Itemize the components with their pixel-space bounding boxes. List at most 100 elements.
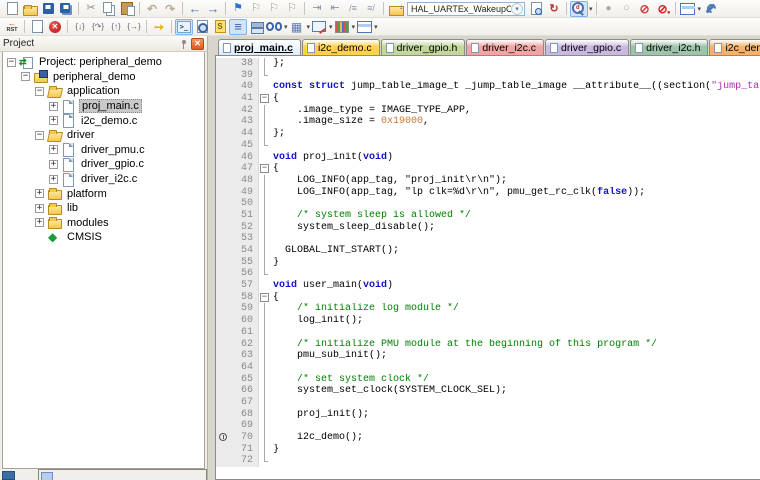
panel-splitter[interactable] — [208, 36, 215, 480]
tree-item-lib[interactable]: +lib — [3, 201, 204, 216]
tab-driver-i2c-c[interactable]: driver_i2c.c — [466, 39, 544, 55]
breakpoint-margin[interactable] — [216, 362, 232, 374]
breakpoint-margin[interactable] — [216, 397, 232, 409]
find-in-files-icon[interactable] — [527, 1, 545, 17]
expand-icon[interactable]: + — [35, 204, 44, 213]
window-layout-icon[interactable] — [679, 1, 697, 17]
call-stack-window-icon[interactable] — [247, 19, 265, 35]
breakpoint-margin[interactable] — [216, 385, 232, 397]
registers-window-icon[interactable]: ≡ — [229, 19, 247, 35]
expand-icon[interactable]: + — [35, 218, 44, 227]
watch-window-icon[interactable] — [265, 19, 283, 35]
collapse-icon[interactable]: − — [35, 87, 44, 96]
save-all-icon[interactable] — [57, 1, 75, 17]
kill-all-breakpoints-icon[interactable] — [654, 1, 672, 17]
tab-i2c-demo-h[interactable]: i2c_demo.h — [709, 39, 760, 55]
undo-icon[interactable]: ↶ — [143, 1, 161, 17]
breakpoint-margin[interactable] — [216, 93, 232, 105]
symbols-window-icon[interactable] — [211, 19, 229, 35]
step-into-icon[interactable]: {↓} — [71, 19, 89, 35]
expand-icon[interactable]: + — [49, 102, 58, 111]
tree-item-cmsis[interactable]: CMSIS — [3, 230, 204, 245]
breakpoint-margin[interactable] — [216, 233, 232, 245]
tree-item-modules[interactable]: +modules — [3, 216, 204, 231]
tab-driver-gpio-c[interactable]: driver_gpio.c — [545, 39, 629, 55]
open-file-icon[interactable] — [21, 1, 39, 17]
breakpoint-margin[interactable] — [216, 444, 232, 456]
expand-icon[interactable]: + — [35, 189, 44, 198]
expand-icon[interactable]: + — [49, 160, 58, 169]
cut-icon[interactable]: ✂ — [82, 1, 100, 17]
breakpoint-margin[interactable] — [216, 280, 232, 292]
tree-item-proj-main-c[interactable]: +proj_main.c — [3, 99, 204, 114]
breakpoint-margin[interactable] — [216, 58, 232, 70]
breakpoint-margin[interactable] — [216, 70, 232, 82]
disable-all-breakpoints-icon[interactable]: ⊘ — [636, 1, 654, 17]
chevron-down-icon[interactable]: ▾ — [511, 3, 523, 15]
bookmark-next-icon[interactable]: ⚐ — [265, 1, 283, 17]
breakpoint-margin[interactable] — [216, 350, 232, 362]
enable-breakpoint-icon[interactable]: ○ — [618, 1, 636, 17]
memory-window-icon[interactable]: ▦ — [288, 19, 306, 35]
breakpoint-margin[interactable] — [216, 245, 232, 257]
uncomment-selection-icon[interactable]: ≡/ — [362, 1, 380, 17]
breakpoint-margin[interactable] — [216, 315, 232, 327]
run-to-cursor-icon[interactable]: {→} — [125, 19, 143, 35]
tree-item-driver-pmu-c[interactable]: +driver_pmu.c — [3, 143, 204, 158]
system-viewer-dropdown-icon[interactable]: ▾ — [374, 23, 378, 31]
breakpoint-margin[interactable] — [216, 339, 232, 351]
bookmark-toggle-icon[interactable]: ⚑ — [229, 1, 247, 17]
tab-proj-main-c[interactable]: proj_main.c — [218, 39, 301, 55]
breakpoint-margin[interactable] — [216, 210, 232, 222]
tree-item-i2c-demo-c[interactable]: +i2c_demo.c — [3, 113, 204, 128]
load-application-icon[interactable] — [387, 1, 405, 17]
comment-selection-icon[interactable]: /≡ — [344, 1, 362, 17]
breakpoint-margin[interactable] — [216, 175, 232, 187]
tree-item-peripheral-demo[interactable]: −peripheral_demo — [3, 70, 204, 85]
breakpoint-margin[interactable] — [216, 455, 232, 467]
tree-item-driver-gpio-c[interactable]: +driver_gpio.c — [3, 157, 204, 172]
insert-breakpoint-icon[interactable]: ● — [600, 1, 618, 17]
bookmark-prev-icon[interactable]: ⚐ — [247, 1, 265, 17]
code-editor[interactable]: 38};3940const struct jump_table_image_t … — [215, 55, 760, 480]
indent-icon[interactable]: ⇥ — [308, 1, 326, 17]
nav-back-icon[interactable]: ← — [186, 1, 204, 17]
breakpoint-margin[interactable] — [216, 327, 232, 339]
collapse-icon[interactable]: − — [35, 131, 44, 140]
configure-macro-icon[interactable] — [545, 1, 563, 17]
copy-icon[interactable] — [100, 1, 118, 17]
function-combo-input[interactable]: HAL_UARTEx_WakeupCal▾ — [407, 2, 525, 16]
watch-window-dropdown-icon[interactable]: ▾ — [284, 23, 288, 31]
breakpoint-margin[interactable] — [216, 116, 232, 128]
tree-item-project-peripheral-demo[interactable]: −Project: peripheral_demo — [3, 55, 204, 70]
fold-margin[interactable]: − — [259, 163, 270, 175]
tree-item-driver-i2c-c[interactable]: +driver_i2c.c — [3, 172, 204, 187]
breakpoint-margin[interactable] — [216, 81, 232, 93]
breakpoint-margin[interactable] — [216, 163, 232, 175]
system-viewer-icon[interactable] — [355, 19, 373, 35]
fold-collapse-icon[interactable]: − — [260, 94, 269, 103]
bookmark-clear-all-icon[interactable]: ⚐ — [283, 1, 301, 17]
save-icon[interactable] — [39, 1, 57, 17]
breakpoint-margin[interactable] — [216, 257, 232, 269]
breakpoint-margin[interactable] — [216, 374, 232, 386]
breakpoint-margin[interactable] — [216, 152, 232, 164]
command-window-icon[interactable] — [175, 19, 193, 35]
fold-collapse-icon[interactable]: − — [260, 293, 269, 302]
new-file-icon[interactable] — [3, 1, 21, 17]
breakpoint-margin[interactable] — [216, 303, 232, 315]
redo-icon[interactable]: ↷ — [161, 1, 179, 17]
step-over-icon[interactable]: {↷} — [89, 19, 107, 35]
fold-margin[interactable]: − — [259, 292, 270, 304]
tab-driver-i2c-h[interactable]: driver_i2c.h — [630, 39, 708, 55]
tree-item-driver[interactable]: −driver — [3, 128, 204, 143]
stop-icon[interactable] — [46, 19, 64, 35]
breakpoint-margin[interactable] — [216, 128, 232, 140]
pin-icon[interactable] — [177, 38, 189, 50]
step-out-icon[interactable]: {↑} — [107, 19, 125, 35]
start-stop-debug-icon[interactable]: d — [570, 1, 588, 17]
run-icon[interactable] — [28, 19, 46, 35]
reset-cpu-icon[interactable]: RST — [3, 19, 21, 35]
breakpoint-margin[interactable] — [216, 222, 232, 234]
tab-i2c-demo-c[interactable]: i2c_demo.c — [302, 39, 380, 55]
